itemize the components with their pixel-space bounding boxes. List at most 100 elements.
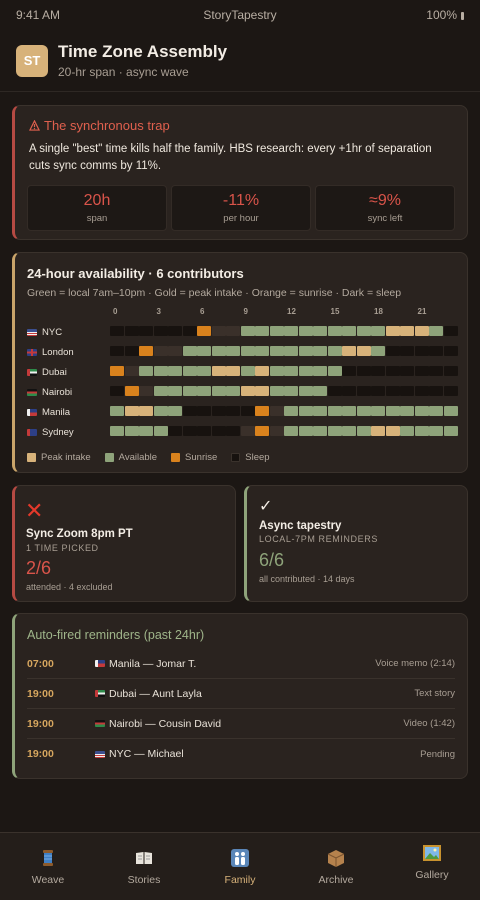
hour-cell [153, 326, 168, 336]
legend-item: Peak intake [27, 452, 91, 463]
reminder-row[interactable]: 19:00 Dubai — Aunt Layla Text story [27, 679, 455, 709]
legend-item: Sunrise [171, 452, 217, 463]
city-name: Sydney [42, 426, 74, 438]
sync-attendance: 2/6 [26, 558, 52, 578]
nav-label: Family [224, 873, 256, 886]
hour-cell [313, 366, 327, 376]
hour-cell [342, 346, 356, 356]
hour-cell [182, 406, 197, 416]
hour-cell [284, 386, 298, 396]
hour-cell [385, 346, 400, 356]
hour-cell [385, 366, 400, 376]
hour-cell [443, 426, 458, 436]
hour-tick-label: 12 [287, 307, 296, 316]
warning-icon [29, 120, 40, 131]
hour-cell [414, 326, 429, 336]
legend-swatch [231, 453, 241, 462]
ae-flag-icon [95, 690, 105, 697]
hour-cell [371, 346, 385, 356]
nav-weave[interactable]: Weave [0, 833, 96, 900]
reminders-title: Auto-fired reminders (past 24hr) [27, 628, 205, 642]
hour-cell [182, 346, 197, 356]
city-name: London [42, 346, 74, 358]
hour-cell [298, 426, 313, 436]
availability-legend: Peak intake Available Sunrise Sleep [27, 452, 270, 463]
sync-title: Sync Zoom 8pm PT [26, 528, 133, 540]
hour-tick-label: 0 [113, 307, 118, 316]
hour-cell [153, 386, 168, 396]
hour-cell [414, 366, 429, 376]
ae-flag-icon [27, 368, 37, 376]
box-icon [326, 848, 346, 868]
hour-cell [400, 366, 414, 376]
hour-cell [313, 426, 327, 436]
battery-level: 100% [426, 8, 457, 22]
nav-archive[interactable]: Archive [288, 833, 384, 900]
reminder-name: NYC — Michael [109, 748, 184, 760]
hour-cell [414, 406, 429, 416]
reminder-row[interactable]: 19:00 NYC — Michael Pending [27, 739, 455, 769]
nav-stories[interactable]: Stories [96, 833, 192, 900]
hour-cell [284, 326, 298, 336]
spool-icon [38, 848, 58, 868]
city-label: NYC [27, 326, 62, 338]
app-logo[interactable]: ST [16, 44, 48, 77]
hour-cell [342, 366, 356, 376]
stat-label: sync left [367, 213, 403, 224]
legend-label: Available [118, 452, 158, 463]
hour-cell [240, 366, 255, 376]
hour-cell [153, 406, 168, 416]
ph-flag-icon [27, 408, 37, 416]
hour-cell [197, 406, 211, 416]
ke-flag-icon [95, 720, 105, 727]
hour-cell [197, 386, 211, 396]
hour-cell [356, 366, 371, 376]
hour-cell [168, 386, 182, 396]
hour-cell [255, 366, 269, 376]
reminder-row[interactable]: 07:00 Manila — Jomar T. Voice memo (2:14) [27, 649, 455, 679]
city-label: Sydney [27, 426, 74, 438]
reminder-contributor: Dubai — Aunt Layla [95, 688, 414, 700]
reminder-row[interactable]: 19:00 Nairobi — Cousin David Video (1:42) [27, 709, 455, 739]
availability-row: NYC [15, 326, 467, 338]
legend-label: Peak intake [41, 452, 91, 463]
reminder-status: Text story [414, 688, 455, 699]
nav-gallery[interactable]: Gallery [384, 833, 480, 900]
hour-cell [443, 346, 458, 356]
hour-axis: 0 3 6 9 12 15 18 21 [15, 307, 467, 317]
city-label: Nairobi [27, 386, 72, 398]
gb-flag-icon [27, 348, 37, 356]
ph-flag-icon [95, 660, 105, 667]
hour-cell [226, 366, 240, 376]
hour-cell [240, 326, 255, 336]
hour-cell [124, 406, 139, 416]
hour-cell [240, 406, 255, 416]
async-tapestry-card[interactable]: ✓ Async tapestry LOCAL-7PM REMINDERS 6/6… [244, 485, 468, 602]
city-name: Manila [42, 406, 70, 418]
nav-family[interactable]: Family [192, 833, 288, 900]
page-title: Time Zone Assembly [58, 42, 228, 61]
hour-cell [110, 386, 124, 396]
hour-cell [139, 386, 153, 396]
hour-cell [443, 386, 458, 396]
app-header: ST Time Zone Assembly 20-hr span · async… [0, 30, 480, 92]
reminder-time: 19:00 [27, 687, 54, 700]
hour-cell [211, 406, 226, 416]
hour-cell [342, 426, 356, 436]
availability-row: Dubai [15, 366, 467, 378]
picture-icon [422, 843, 442, 863]
hour-cell [269, 326, 284, 336]
sync-zoom-card[interactable]: ✕ Sync Zoom 8pm PT 1 TIME PICKED 2/6 att… [12, 485, 236, 602]
hour-cell [269, 426, 284, 436]
hour-cell [182, 366, 197, 376]
hour-cell [385, 326, 400, 336]
hour-cell [443, 326, 458, 336]
sync-trap-card: The synchronous trap A single "best" tim… [12, 105, 468, 240]
hour-cell [139, 426, 153, 436]
nav-label: Stories [127, 873, 161, 886]
city-label: Manila [27, 406, 70, 418]
async-contributed: 6/6 [259, 550, 285, 570]
sync-note: attended · 4 excluded [26, 582, 113, 592]
status-time: 9:41 AM [16, 8, 61, 22]
book-icon [134, 848, 154, 868]
